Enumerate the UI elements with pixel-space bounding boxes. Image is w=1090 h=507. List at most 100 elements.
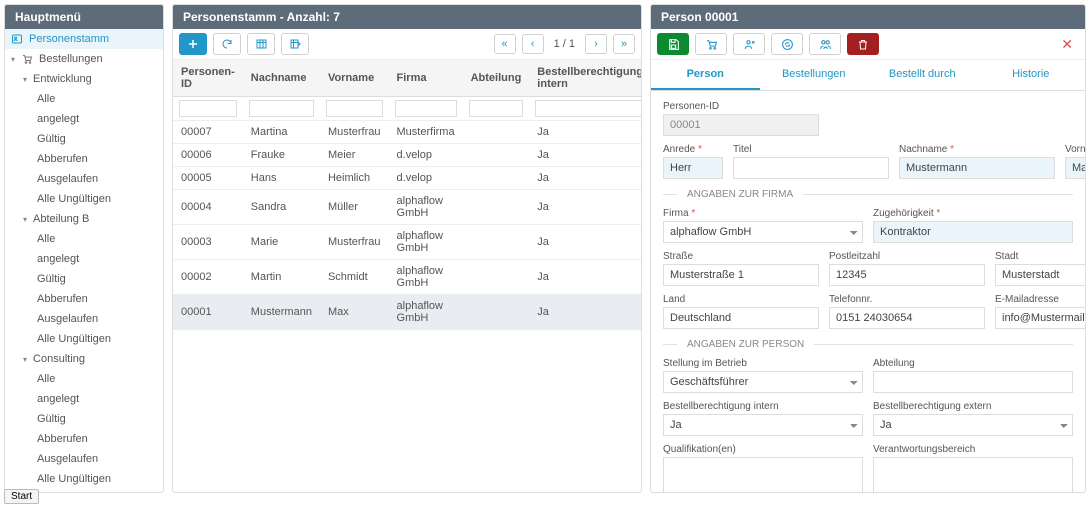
column-filter-input[interactable] [395,100,457,117]
column-header[interactable]: Firma [389,60,463,97]
nav-filter-item[interactable]: Alle [5,89,163,109]
columns-button[interactable] [247,33,275,55]
export-button[interactable] [281,33,309,55]
select-be[interactable]: Ja [873,414,1073,436]
column-filter-input[interactable] [535,100,642,117]
nav-filter-item[interactable]: Gültig [5,269,163,289]
start-button[interactable]: Start [4,489,39,504]
pager-prev-button[interactable]: ‹ [522,34,544,54]
delete-button[interactable] [847,33,879,55]
nav-group[interactable]: ▾Entwicklung [5,69,163,89]
nav-filter-item[interactable]: Alle [5,369,163,389]
tab[interactable]: Historie [977,60,1086,90]
table-cell: 00004 [173,190,243,225]
input-stadt[interactable] [995,264,1085,286]
select-stellung[interactable]: Geschäftsführer [663,371,863,393]
tab[interactable]: Bestellt durch [868,60,977,90]
input-telefon[interactable] [829,307,985,329]
close-button[interactable]: ✕ [1055,36,1079,53]
chevron-down-icon: ▾ [23,355,27,364]
order-button[interactable] [695,33,727,55]
table-row[interactable]: 00003MarieMusterfraualphaflow GmbHJa [173,225,642,260]
table-cell: Ja [529,167,642,190]
column-header[interactable]: Abteilung [463,60,530,97]
assign-person-button[interactable] [733,33,765,55]
nav-filter-item[interactable]: Alle Ungültigen [5,329,163,349]
table-cell: Meier [320,144,389,167]
nav-filter-item[interactable]: Abberufen [5,429,163,449]
tab[interactable]: Bestellungen [760,60,869,90]
table-row[interactable]: 00001MustermannMaxalphaflow GmbHJa [173,295,642,330]
nav-filter-item[interactable]: Ausgelaufen [5,309,163,329]
column-filter-input[interactable] [179,100,237,117]
refresh-button[interactable] [213,33,241,55]
table-cell: Musterfrau [320,225,389,260]
select-firma[interactable]: alphaflow GmbH [663,221,863,243]
table-cell: d.velop [389,167,463,190]
nav-group[interactable]: ▾Abteilung B [5,209,163,229]
pager-next-button[interactable]: › [585,34,607,54]
table-cell [463,225,530,260]
table-row[interactable]: 00002MartinSchmidtalphaflow GmbHJa [173,260,642,295]
column-header[interactable]: Vorname [320,60,389,97]
nav-filter-item[interactable]: Alle Ungültigen [5,469,163,489]
sync-button[interactable] [771,33,803,55]
select-anrede[interactable]: Herr [663,157,723,179]
nav-filter-item[interactable]: Alle Ungültigen [5,189,163,209]
nav-filter-item[interactable]: Abberufen [5,289,163,309]
input-strasse[interactable] [663,264,819,286]
column-filter-input[interactable] [469,100,524,117]
column-header[interactable]: Nachname [243,60,320,97]
nav-group[interactable]: ▾Consulting [5,349,163,369]
column-filter-input[interactable] [326,100,383,117]
table-cell: Schmidt [320,260,389,295]
table-row[interactable]: 00005HansHeimlichd.velopJa [173,167,642,190]
main-menu-title: Hauptmenü [5,5,163,29]
nav-group-label: Abteilung B [33,213,89,225]
input-abteilung[interactable] [873,371,1073,393]
nav-filter-item[interactable]: angelegt [5,389,163,409]
nav-filter-item[interactable]: Ausgelaufen [5,169,163,189]
textarea-qual[interactable] [663,457,863,492]
textarea-verant[interactable] [873,457,1073,492]
nav-filter-item[interactable]: Gültig [5,409,163,429]
group-button[interactable] [809,33,841,55]
input-vorname[interactable] [1065,157,1085,179]
table-cell: Max [320,295,389,330]
column-filter-input[interactable] [249,100,314,117]
add-button[interactable] [179,33,207,55]
table-cell: Hans [243,167,320,190]
nav-group-label: Entwicklung [33,73,92,85]
nav-bestellungen[interactable]: ▾ Bestellungen [5,49,163,69]
pager-first-button[interactable]: « [494,34,516,54]
tab[interactable]: Person [651,60,760,90]
detail-action-bar: ✕ [651,29,1085,60]
table-row[interactable]: 00004SandraMülleralphaflow GmbHJa [173,190,642,225]
nav-filter-label: Ausgelaufen [37,453,98,465]
column-header[interactable]: Personen-ID [173,60,243,97]
input-email[interactable] [995,307,1085,329]
select-zug[interactable]: Kontraktor [873,221,1073,243]
people-icon [11,33,23,45]
table-cell: 00001 [173,295,243,330]
nav-personenstamm[interactable]: Personenstamm [5,29,163,49]
table-row[interactable]: 00007MartinaMusterfrauMusterfirmaJa [173,121,642,144]
select-bi[interactable]: Ja [663,414,863,436]
input-plz[interactable] [829,264,985,286]
input-nachname[interactable] [899,157,1055,179]
nav-filter-item[interactable]: Abberufen [5,149,163,169]
person-detail-panel: Person 00001 ✕ PersonBestellungenBestell… [650,4,1086,493]
table-cell: Musterfirma [389,121,463,144]
table-cell [463,167,530,190]
input-titel[interactable] [733,157,889,179]
save-button[interactable] [657,33,689,55]
nav-filter-item[interactable]: angelegt [5,109,163,129]
input-land[interactable] [663,307,819,329]
table-row[interactable]: 00006FraukeMeierd.velopJa [173,144,642,167]
column-header[interactable]: Bestellberechtigung intern [529,60,642,97]
nav-filter-item[interactable]: Ausgelaufen [5,449,163,469]
nav-filter-item[interactable]: Gültig [5,129,163,149]
nav-filter-item[interactable]: angelegt [5,249,163,269]
pager-last-button[interactable]: » [613,34,635,54]
nav-filter-item[interactable]: Alle [5,229,163,249]
